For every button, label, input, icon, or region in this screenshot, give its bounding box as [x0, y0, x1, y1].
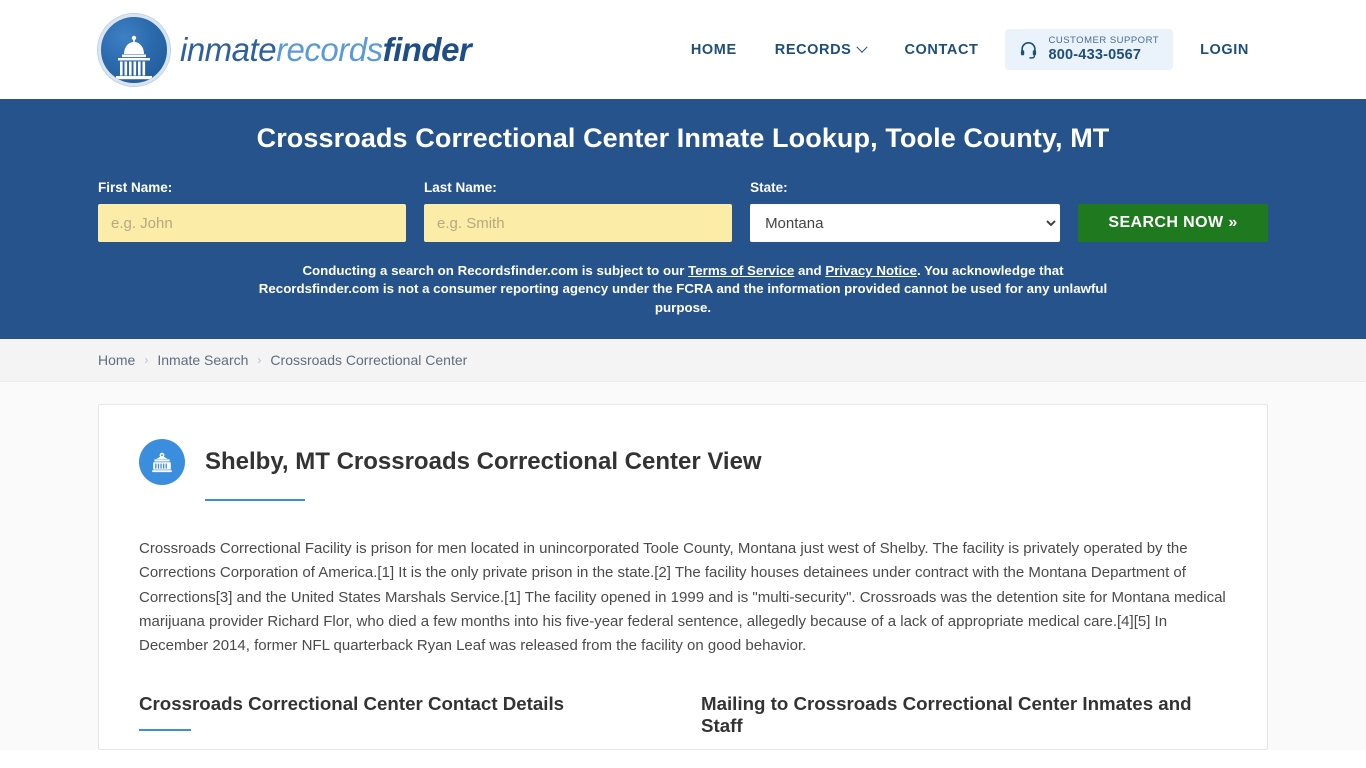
breadcrumb-item-current: Crossroads Correctional Center [270, 352, 468, 369]
hero-search-section: Crossroads Correctional Center Inmate Lo… [0, 99, 1366, 340]
courthouse-icon [139, 439, 185, 486]
contact-details-column: Crossroads Correctional Center Contact D… [139, 692, 665, 750]
search-disclaimer: Conducting a search on Recordsfinder.com… [258, 262, 1108, 317]
disclaimer-part-1: Conducting a search on Recordsfinder.com… [302, 263, 689, 278]
search-now-button[interactable]: SEARCH NOW » [1078, 204, 1269, 242]
last-name-field-group: Last Name: [424, 180, 733, 242]
capitol-dome-icon [98, 13, 170, 86]
facility-detail-card: Shelby, MT Crossroads Correctional Cente… [98, 404, 1268, 751]
nav-item-records-label: RECORDS [774, 41, 852, 58]
brand-word-part1: inmate [180, 31, 277, 68]
details-columns: Crossroads Correctional Center Contact D… [139, 692, 1227, 750]
mailing-title: Mailing to Crossroads Correctional Cente… [701, 692, 1192, 736]
nav-item-contact[interactable]: CONTACT [885, 32, 997, 68]
nav-item-records[interactable]: RECORDS [756, 32, 886, 68]
inmate-search-form: First Name: Last Name: State: AlabamaAla… [98, 180, 1269, 242]
facility-header: Shelby, MT Crossroads Correctional Cente… [139, 439, 1227, 486]
main-navigation: HOME RECORDS CONTACT CUSTOMER SUPPORT 80… [672, 28, 1268, 71]
site-header: inmaterecordsfinder HOME RECORDS CONTACT [0, 0, 1366, 99]
brand-logo-link[interactable]: inmaterecordsfinder [98, 13, 472, 86]
brand-word-part2: records [276, 31, 383, 68]
customer-support-box[interactable]: CUSTOMER SUPPORT 800-433-0567 [1005, 28, 1174, 71]
section-underline-rule [139, 728, 191, 731]
first-name-field-group: First Name: [98, 180, 407, 242]
first-name-input[interactable] [98, 204, 407, 242]
breadcrumb-separator-icon: › [257, 353, 262, 368]
breadcrumb-item-home[interactable]: Home [98, 352, 135, 368]
breadcrumb-separator-icon: › [144, 353, 149, 368]
last-name-input[interactable] [424, 204, 733, 242]
state-select[interactable]: AlabamaAlaskaArizonaArkansasCaliforniaCo… [750, 204, 1061, 242]
chevron-down-icon [856, 41, 869, 53]
last-name-label: Last Name: [424, 180, 497, 195]
state-label: State: [750, 180, 788, 195]
nav-item-contact-label: CONTACT [904, 41, 979, 58]
terms-of-service-link[interactable]: Terms of Service [688, 263, 794, 278]
brand-word-part3: finder [382, 31, 472, 68]
support-phone-number: 800-433-0567 [1048, 46, 1142, 63]
privacy-notice-link[interactable]: Privacy Notice [825, 263, 917, 278]
disclaimer-part-2: and [794, 263, 826, 278]
contact-details-title: Crossroads Correctional Center Contact D… [139, 692, 565, 714]
first-name-label: First Name: [98, 180, 173, 195]
nav-item-login-label: LOGIN [1200, 41, 1249, 58]
nav-item-login[interactable]: LOGIN [1181, 32, 1268, 68]
support-label: CUSTOMER SUPPORT [1048, 34, 1160, 46]
breadcrumb-bar: Home › Inmate Search › Crossroads Correc… [0, 339, 1366, 383]
facility-description: Crossroads Correctional Facility is pris… [139, 540, 1226, 655]
hero-title: Crossroads Correctional Center Inmate Lo… [256, 123, 1110, 153]
nav-item-home[interactable]: HOME [672, 32, 756, 68]
breadcrumb: Home › Inmate Search › Crossroads Correc… [98, 352, 1268, 368]
headset-icon [1019, 40, 1038, 59]
page-title: Shelby, MT Crossroads Correctional Cente… [205, 448, 762, 476]
page-content: Shelby, MT Crossroads Correctional Cente… [0, 382, 1366, 751]
breadcrumb-item-inmate-search[interactable]: Inmate Search [157, 352, 248, 368]
title-underline-rule [205, 499, 305, 502]
state-field-group: State: AlabamaAlaskaArizonaArkansasCalif… [750, 180, 1061, 242]
mailing-column: Mailing to Crossroads Correctional Cente… [701, 692, 1227, 750]
nav-item-home-label: HOME [690, 41, 737, 58]
brand-wordmark: inmaterecordsfinder [180, 31, 472, 68]
